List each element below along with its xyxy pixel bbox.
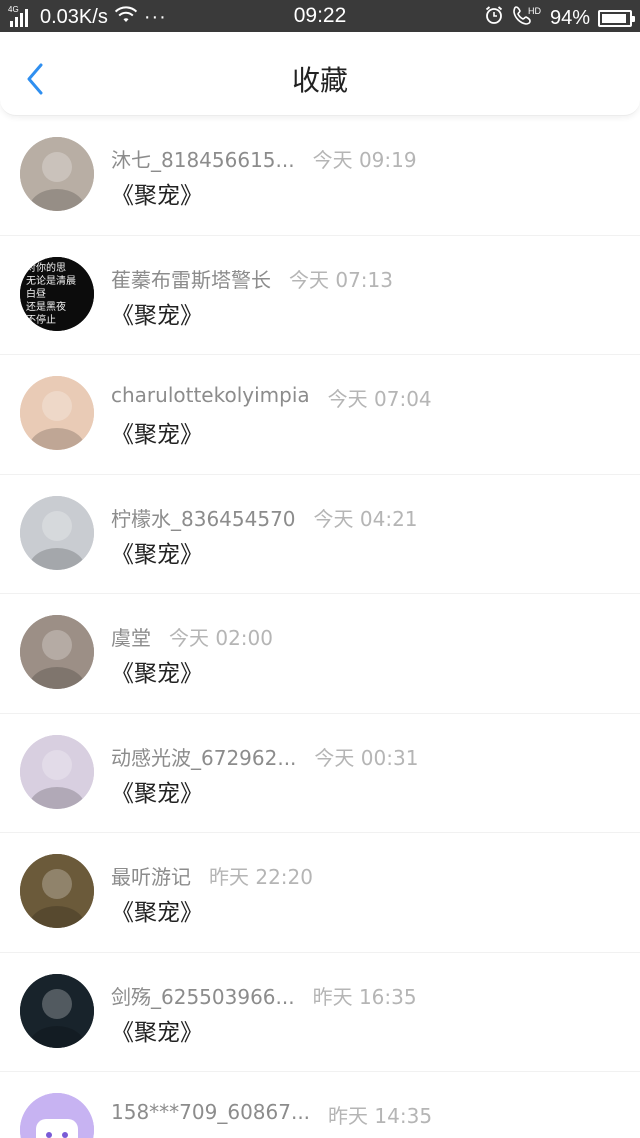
avatar-text-line: 对你的思 bbox=[26, 261, 66, 274]
timestamp: 今天 04:21 bbox=[313, 506, 418, 531]
item-content[interactable]: 《聚宠》 bbox=[111, 1013, 203, 1047]
timestamp: 今天 09:19 bbox=[312, 148, 417, 172]
list-item[interactable]: 柠檬水_836454570 今天 04:21 《聚宠》 bbox=[0, 475, 640, 594]
list-item[interactable]: 动感光波_672962... 今天 00:31 《聚宠》 bbox=[0, 714, 640, 833]
timestamp: 今天 02:00 bbox=[169, 626, 273, 650]
user-name[interactable]: 柠檬水_836454570 bbox=[111, 503, 296, 532]
item-header: 沐七_818456615... 今天 09:19 bbox=[111, 144, 417, 173]
avatar[interactable]: 对你的思 无论是清晨 白昼 还是黑夜 不停止 bbox=[20, 256, 94, 331]
item-content[interactable]: 《聚宠》 bbox=[111, 774, 203, 808]
battery-icon bbox=[598, 9, 635, 27]
user-name[interactable]: 剑殇_625503966... bbox=[111, 981, 295, 1010]
item-content[interactable]: 《聚宠》 bbox=[111, 1132, 203, 1138]
list-item[interactable]: 沐七_818456615... 今天 09:19 《聚宠》 bbox=[0, 116, 640, 236]
timestamp: 今天 07:04 bbox=[327, 387, 432, 411]
battery-level bbox=[602, 13, 627, 23]
favorites-list: 沐七_818456615... 今天 09:19 《聚宠》 对你的思 无论是清晨 白昼 还是… bbox=[0, 116, 640, 1138]
user-name[interactable]: 虞堂 bbox=[111, 622, 151, 651]
item-content[interactable]: 《聚宠》 bbox=[111, 415, 203, 449]
avatar[interactable] bbox=[20, 734, 94, 809]
list-item[interactable]: 最听游记 昨天 22:20 《聚宠》 bbox=[0, 833, 640, 953]
avatar[interactable] bbox=[20, 137, 94, 211]
item-content[interactable]: 《聚宠》 bbox=[111, 654, 203, 688]
user-name[interactable]: charulottekolyimpia bbox=[111, 383, 310, 412]
list-item[interactable]: 剑殇_625503966... 昨天 16:35 《聚宠》 bbox=[0, 953, 640, 1072]
avatar-text-line: 白昼 bbox=[26, 287, 46, 300]
item-header: 柠檬水_836454570 今天 04:21 bbox=[111, 503, 418, 532]
user-name[interactable]: 最听游记 bbox=[111, 861, 191, 890]
item-content[interactable]: 《聚宠》 bbox=[111, 176, 203, 210]
battery-percent: 94% bbox=[549, 6, 590, 29]
list-item[interactable]: 虞堂 今天 02:00 《聚宠》 bbox=[0, 594, 640, 714]
hd-call-icon: HD bbox=[512, 4, 542, 32]
avatar[interactable] bbox=[20, 495, 94, 570]
avatar-text-line: 无论是清晨 bbox=[26, 274, 76, 287]
timestamp: 昨天 22:20 bbox=[209, 865, 313, 889]
avatar[interactable] bbox=[20, 376, 94, 450]
status-bar: 4G 0.03K/s ··· 09:22 HD 94% bbox=[0, 0, 640, 32]
item-header: 剑殇_625503966... 昨天 16:35 bbox=[111, 981, 417, 1010]
avatar-text-line: 不停止 bbox=[26, 313, 56, 326]
avatar-text-line: 还是黑夜 bbox=[26, 300, 66, 313]
timestamp: 昨天 14:35 bbox=[328, 1104, 433, 1128]
item-header: 158***709_60867... 昨天 14:35 bbox=[111, 1100, 432, 1129]
timestamp: 今天 00:31 bbox=[314, 745, 419, 770]
status-right: HD 94% bbox=[484, 4, 635, 32]
user-name[interactable]: 萑蓁布雷斯塔警长 bbox=[111, 264, 271, 293]
user-name[interactable]: 158***709_60867... bbox=[111, 1100, 310, 1129]
svg-text:HD: HD bbox=[528, 6, 541, 16]
list-item[interactable]: 158***709_60867... 昨天 14:35 《聚宠》 bbox=[0, 1072, 640, 1138]
item-header: 最听游记 昨天 22:20 bbox=[111, 861, 313, 890]
avatar[interactable] bbox=[20, 973, 94, 1048]
user-name[interactable]: 沐七_818456615... bbox=[111, 144, 295, 173]
timestamp: 昨天 16:35 bbox=[312, 984, 417, 1009]
nav-header: 收藏 bbox=[0, 32, 640, 116]
list-item[interactable]: 对你的思 无论是清晨 白昼 还是黑夜 不停止 萑蓁布雷斯塔警长 今天 07:13 《聚宠》 bbox=[0, 236, 640, 355]
item-header: charulottekolyimpia 今天 07:04 bbox=[111, 383, 432, 412]
item-content[interactable]: 《聚宠》 bbox=[111, 296, 203, 330]
avatar[interactable] bbox=[20, 1093, 94, 1138]
alarm-icon bbox=[484, 5, 504, 31]
item-content[interactable]: 《聚宠》 bbox=[111, 535, 203, 569]
item-header: 虞堂 今天 02:00 bbox=[111, 622, 273, 651]
item-header: 萑蓁布雷斯塔警长 今天 07:13 bbox=[111, 264, 393, 293]
user-name[interactable]: 动感光波_672962... bbox=[111, 742, 296, 771]
page-title: 收藏 bbox=[291, 64, 348, 97]
list-item[interactable]: charulottekolyimpia 今天 07:04 《聚宠》 bbox=[0, 355, 640, 475]
timestamp: 今天 07:13 bbox=[289, 267, 393, 292]
avatar[interactable] bbox=[20, 615, 94, 689]
item-content[interactable]: 《聚宠》 bbox=[111, 893, 203, 927]
avatar[interactable] bbox=[20, 854, 94, 928]
item-header: 动感光波_672962... 今天 00:31 bbox=[111, 742, 418, 771]
